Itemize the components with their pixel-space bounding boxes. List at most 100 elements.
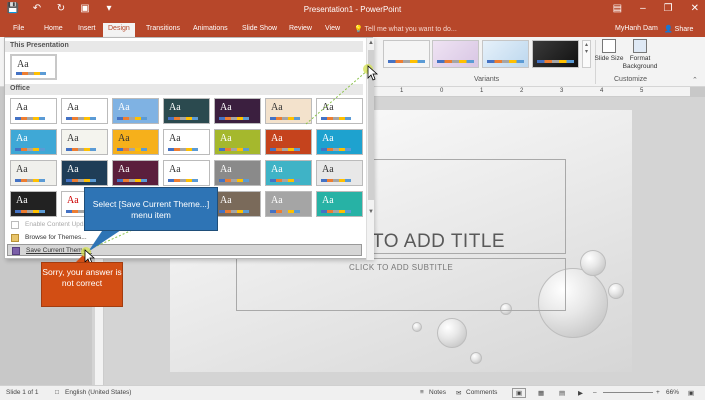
- theme-color-bar: [270, 210, 300, 213]
- close-icon[interactable]: ✕: [691, 3, 699, 14]
- theme-color-bar: [270, 179, 300, 182]
- collapse-ribbon-icon[interactable]: ⌃: [692, 76, 698, 84]
- tell-me-box[interactable]: 💡 Tell me what you want to do...: [354, 25, 457, 33]
- zoom-out-icon[interactable]: –: [593, 389, 597, 396]
- zoom-in-icon[interactable]: +: [656, 389, 660, 396]
- theme-thumbnail[interactable]: Aa: [214, 98, 261, 124]
- theme-thumbnail[interactable]: Aa: [10, 98, 57, 124]
- tab-view[interactable]: View: [320, 23, 345, 37]
- theme-thumbnail[interactable]: Aa: [214, 129, 261, 155]
- language-status[interactable]: English (United States): [65, 389, 131, 396]
- theme-thumbnail[interactable]: Aa: [163, 160, 210, 186]
- variants-group-label: Variants: [474, 76, 500, 83]
- ribbon-tabs: File Home Insert Design Transitions Anim…: [0, 20, 705, 37]
- normal-view-icon[interactable]: ▣: [512, 388, 527, 398]
- theme-thumbnail[interactable]: Aa: [316, 191, 363, 217]
- theme-thumbnail-text: Aa: [322, 164, 334, 175]
- menu-save-current-theme[interactable]: Save Current Theme...: [7, 244, 362, 256]
- theme-thumbnail[interactable]: Aa: [61, 98, 108, 124]
- theme-thumbnail[interactable]: Aa: [316, 98, 363, 124]
- variant-1[interactable]: [383, 40, 430, 68]
- theme-thumbnail[interactable]: Aa: [112, 98, 159, 124]
- theme-thumbnail-text: Aa: [220, 195, 232, 206]
- theme-thumbnail-text: Aa: [16, 102, 28, 113]
- user-name[interactable]: MyHanh Dam: [615, 25, 658, 32]
- theme-thumbnail[interactable]: Aa: [112, 129, 159, 155]
- theme-color-bar: [270, 148, 300, 151]
- variant-2[interactable]: [432, 40, 479, 68]
- theme-thumbnail-text: Aa: [220, 133, 232, 144]
- minimize-icon[interactable]: –: [640, 3, 646, 14]
- tab-slide-show[interactable]: Slide Show: [237, 23, 282, 37]
- water-drop-decoration: [608, 283, 624, 299]
- theme-thumbnail-current[interactable]: Aa: [10, 54, 57, 80]
- fit-to-window-icon[interactable]: ▣: [688, 389, 694, 397]
- theme-thumbnail[interactable]: Aa: [163, 129, 210, 155]
- variants-more-icon[interactable]: ▴ ▾: [582, 40, 591, 68]
- variant-4[interactable]: [532, 40, 579, 68]
- slide-size-button[interactable]: Slide Size: [593, 39, 625, 63]
- format-background-icon: [633, 39, 647, 53]
- tab-insert[interactable]: Insert: [73, 23, 101, 37]
- theme-thumbnail-text: Aa: [118, 133, 130, 144]
- menu-save-label: Save Current Theme...: [26, 247, 92, 254]
- theme-color-bar: [219, 117, 249, 120]
- tab-file[interactable]: File: [8, 23, 29, 37]
- slide-size-label: Slide Size: [594, 55, 624, 62]
- horizontal-ruler: 1 0 1 2 3 4 5: [372, 87, 690, 97]
- notes-icon[interactable]: ≡: [420, 389, 424, 396]
- theme-thumbnail[interactable]: Aa: [10, 191, 57, 217]
- document-icon: [11, 221, 19, 229]
- error-callout: Sorry, your answer is not correct: [41, 262, 123, 307]
- theme-thumbnail[interactable]: Aa: [163, 98, 210, 124]
- share-button[interactable]: 👤 Share: [664, 25, 693, 33]
- comments-icon[interactable]: ✉: [456, 389, 461, 397]
- notes-button[interactable]: Notes: [429, 389, 446, 396]
- theme-color-bar: [168, 148, 198, 151]
- ribbon-options-icon[interactable]: ▤: [613, 3, 622, 14]
- window-title: Presentation1 - PowerPoint: [303, 5, 402, 14]
- variant-3[interactable]: [482, 40, 529, 68]
- tab-animations[interactable]: Animations: [188, 23, 233, 37]
- theme-color-bar: [66, 148, 96, 151]
- spellcheck-icon[interactable]: □: [55, 389, 59, 396]
- zoom-level[interactable]: 66%: [666, 389, 679, 396]
- theme-thumbnail[interactable]: Aa: [214, 191, 261, 217]
- theme-thumbnail[interactable]: Aa: [265, 191, 312, 217]
- restore-icon[interactable]: ❐: [664, 3, 673, 14]
- reading-view-icon[interactable]: ▤: [559, 389, 565, 397]
- format-background-button[interactable]: Format Background: [622, 39, 658, 71]
- section-office: Office: [5, 84, 363, 95]
- slide-sorter-icon[interactable]: ▦: [538, 389, 544, 397]
- slideshow-view-icon[interactable]: ▶: [578, 389, 583, 397]
- theme-thumbnail[interactable]: Aa: [265, 129, 312, 155]
- theme-thumbnail-text: Aa: [271, 102, 283, 113]
- zoom-slider[interactable]: [603, 392, 653, 393]
- theme-thumbnail[interactable]: Aa: [265, 98, 312, 124]
- theme-thumbnail-text: Aa: [67, 164, 79, 175]
- comments-button[interactable]: Comments: [466, 389, 497, 396]
- theme-thumbnail[interactable]: Aa: [112, 160, 159, 186]
- theme-thumbnail[interactable]: Aa: [316, 160, 363, 186]
- tab-review[interactable]: Review: [284, 23, 317, 37]
- theme-thumbnail[interactable]: Aa: [214, 160, 261, 186]
- theme-thumbnail[interactable]: Aa: [10, 160, 57, 186]
- save-theme-icon: [12, 247, 20, 255]
- menu-browse-for-themes[interactable]: Browse for Themes...: [7, 232, 362, 244]
- scroll-thumb[interactable]: [368, 50, 374, 200]
- tab-transitions[interactable]: Transitions: [141, 23, 185, 37]
- theme-thumbnail-text: Aa: [322, 195, 334, 206]
- theme-thumbnail[interactable]: Aa: [10, 129, 57, 155]
- water-drop-decoration: [580, 250, 606, 276]
- theme-thumbnail[interactable]: Aa: [61, 129, 108, 155]
- tab-home[interactable]: Home: [39, 23, 68, 37]
- theme-thumbnail[interactable]: Aa: [61, 160, 108, 186]
- theme-color-bar: [270, 117, 300, 120]
- theme-color-bar: [15, 179, 45, 182]
- theme-thumbnail[interactable]: Aa: [316, 129, 363, 155]
- scroll-down-icon[interactable]: ▼: [367, 209, 375, 215]
- tab-design[interactable]: Design: [103, 23, 135, 37]
- scroll-up-icon[interactable]: ▲: [367, 40, 375, 46]
- gallery-scrollbar[interactable]: ▲ ▼: [366, 38, 374, 260]
- theme-thumbnail[interactable]: Aa: [265, 160, 312, 186]
